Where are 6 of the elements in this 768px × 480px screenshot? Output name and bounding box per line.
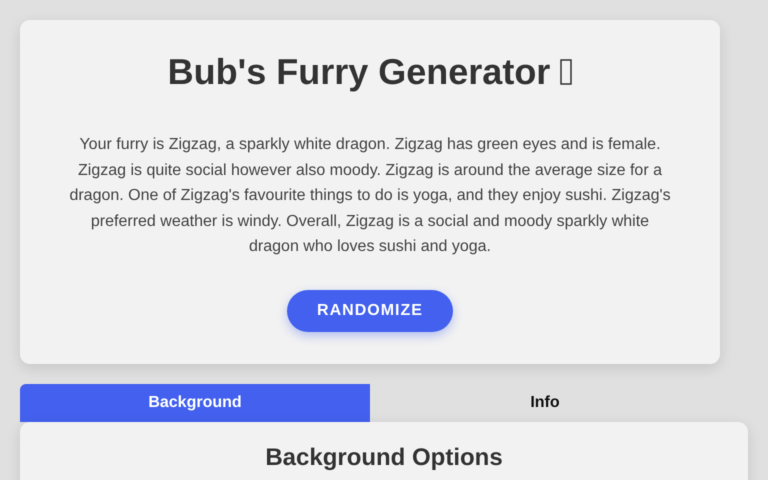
furry-description: Your furry is Zigzag, a sparkly white dragon. Zigzag has green eyes and is female. Zigzag is quite social however also moody. Zigzag is around the average size for a dragon. One of Zigzag's favourite things to do is yoga, and they enjoy sushi. Zigzag's preferred weather is windy. Overall, Zigzag is a social and moody sparkly white dragon who loves sushi and yoga. — [68, 135, 672, 258]
tab[interactable]: Background — [20, 384, 370, 422]
page-title: Bub's Furry Generator — [168, 50, 550, 94]
panel-heading: Background Options — [265, 444, 503, 472]
randomize-button[interactable]: RANDOMIZE — [287, 290, 453, 332]
missing-glyph-icon — [560, 59, 572, 85]
